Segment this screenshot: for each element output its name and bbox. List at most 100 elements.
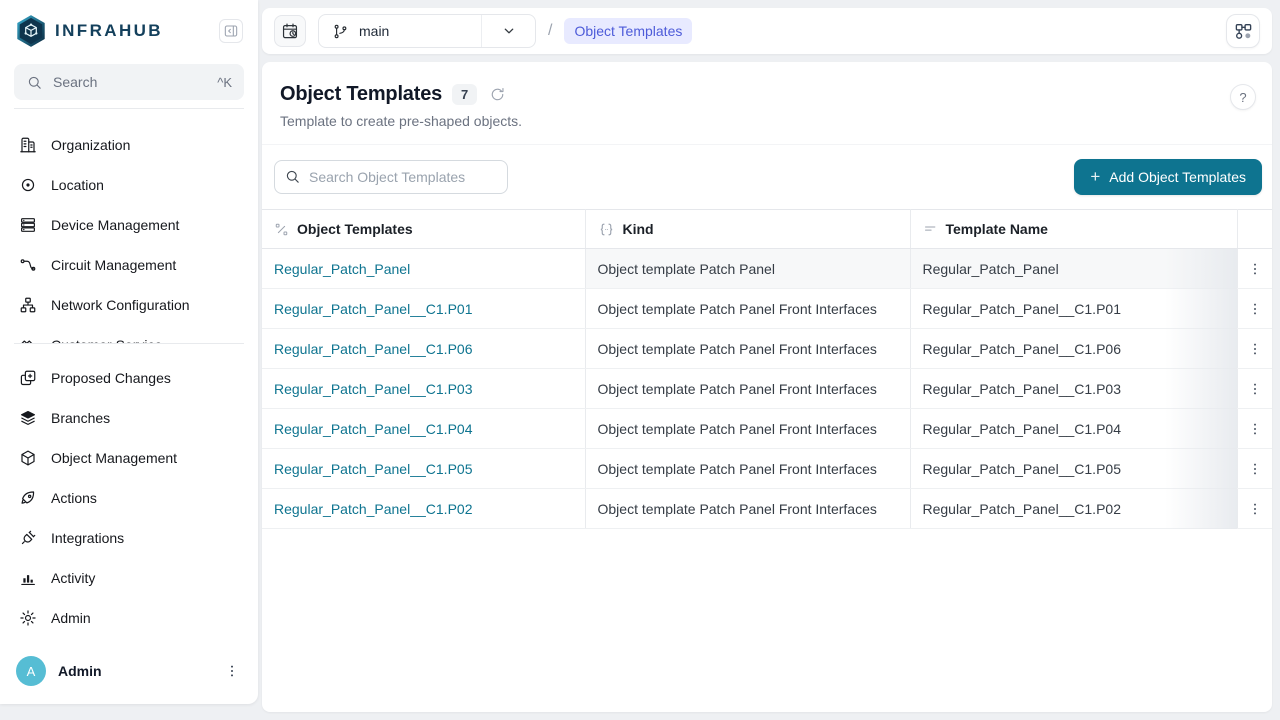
object-template-link[interactable]: Regular_Patch_Panel__C1.P04: [274, 421, 472, 437]
schema-button[interactable]: [1226, 14, 1260, 48]
sidebar-item-customer-service[interactable]: Customer Service: [10, 325, 248, 343]
refresh-icon: [489, 86, 506, 103]
building-icon: [18, 136, 38, 154]
calendar-clock-icon: [281, 22, 299, 40]
object-template-link[interactable]: Regular_Patch_Panel__C1.P05: [274, 461, 472, 477]
topbar: main / Object Templates: [262, 8, 1272, 54]
table-row[interactable]: Regular_Patch_Panel__C1.P05Object templa…: [262, 449, 1272, 489]
table-row[interactable]: Regular_Patch_Panel Object template Patch…: [262, 249, 1272, 289]
sidebar-header: INFRAHUB: [0, 0, 258, 62]
column-header-actions: [1237, 210, 1272, 249]
braces-icon: [598, 221, 615, 238]
table-row[interactable]: Regular_Patch_Panel__C1.P04Object templa…: [262, 409, 1272, 449]
time-travel-button[interactable]: [274, 15, 306, 47]
branch-selector[interactable]: main: [318, 14, 536, 48]
user-card[interactable]: A Admin: [0, 648, 258, 694]
kebab-icon: [224, 663, 240, 679]
sidebar-item-proposed-changes[interactable]: Proposed Changes: [10, 358, 248, 398]
sidebar-item-device-management[interactable]: Device Management: [10, 205, 248, 245]
cell-actions: [1237, 489, 1272, 529]
breadcrumb-object-templates[interactable]: Object Templates: [564, 18, 692, 44]
object-templates-table: Object Templates Kind: [262, 209, 1272, 529]
refresh-button[interactable]: [487, 84, 508, 105]
sidebar-item-label: Object Management: [51, 450, 177, 466]
sidebar: INFRAHUB Search ^K OrganizationLocationD…: [0, 0, 258, 704]
relationship-icon: [274, 222, 289, 237]
branch-selector-caret[interactable]: [481, 15, 535, 47]
sidebar-item-network-configuration[interactable]: Network Configuration: [10, 285, 248, 325]
sidebar-item-activity[interactable]: Activity: [10, 558, 248, 598]
network-icon: [18, 296, 38, 314]
sidebar-item-actions[interactable]: Actions: [10, 478, 248, 518]
help-button[interactable]: ?: [1230, 84, 1256, 110]
column-label: Kind: [623, 221, 654, 237]
panel-collapse-icon: [223, 23, 239, 39]
cell-actions: [1237, 289, 1272, 329]
breadcrumb-separator: /: [548, 22, 552, 40]
sidebar-item-circuit-management[interactable]: Circuit Management: [10, 245, 248, 285]
column-header-kind[interactable]: Kind: [585, 210, 910, 249]
column-header-template-name[interactable]: Template Name: [910, 210, 1237, 249]
sidebar-item-location[interactable]: Location: [10, 165, 248, 205]
kebab-icon: [1247, 461, 1263, 477]
search-shortcut: ^K: [217, 75, 232, 90]
object-template-link[interactable]: Regular_Patch_Panel__C1.P03: [274, 381, 472, 397]
column-header-object-templates[interactable]: Object Templates: [262, 210, 585, 249]
cell-kind: Object template Patch Panel Front Interf…: [585, 409, 910, 449]
sidebar-item-organization[interactable]: Organization: [10, 125, 248, 165]
align-left-icon: [923, 222, 938, 237]
row-menu-button[interactable]: [1243, 457, 1267, 481]
map-pin-icon: [18, 176, 38, 194]
table-row[interactable]: Regular_Patch_Panel__C1.P03 Object templa…: [262, 369, 1272, 409]
table-row[interactable]: Regular_Patch_Panel__C1.P02Object templa…: [262, 489, 1272, 529]
sidebar-item-label: Circuit Management: [51, 257, 176, 273]
layers-icon: [18, 409, 38, 427]
sidebar-item-label: Branches: [51, 410, 110, 426]
object-template-link[interactable]: Regular_Patch_Panel__C1.P06: [274, 341, 472, 357]
kebab-icon: [1247, 381, 1263, 397]
cell-object-template: Regular_Patch_Panel__C1.P06: [262, 329, 585, 369]
row-menu-button[interactable]: [1243, 377, 1267, 401]
gear-icon: [18, 609, 38, 627]
object-template-link[interactable]: Regular_Patch_Panel: [274, 261, 410, 277]
column-label: Template Name: [946, 221, 1048, 237]
brand-logo[interactable]: INFRAHUB: [16, 15, 163, 47]
user-name: Admin: [58, 663, 210, 679]
cell-kind: Object template Patch Panel: [585, 249, 910, 289]
add-object-templates-button[interactable]: + Add Object Templates: [1074, 159, 1262, 195]
cell-actions: [1237, 409, 1272, 449]
kebab-icon: [1247, 341, 1263, 357]
sidebar-collapse-button[interactable]: [219, 19, 243, 43]
plug-icon: [18, 529, 38, 547]
sidebar-item-label: Proposed Changes: [51, 370, 171, 386]
row-menu-button[interactable]: [1243, 257, 1267, 281]
table-row[interactable]: Regular_Patch_Panel__C1.P06Object templa…: [262, 329, 1272, 369]
page-subtitle: Template to create pre-shaped objects.: [280, 113, 1254, 129]
search-object-templates-input[interactable]: [274, 160, 508, 194]
row-menu-button[interactable]: [1243, 497, 1267, 521]
sidebar-item-integrations[interactable]: Integrations: [10, 518, 248, 558]
row-menu-button[interactable]: [1243, 417, 1267, 441]
table-row[interactable]: Regular_Patch_Panel__C1.P01Object templa…: [262, 289, 1272, 329]
sidebar-menu-system: Proposed Changes Branches Object Managemen…: [0, 344, 258, 638]
kebab-icon: [1247, 421, 1263, 437]
sidebar-item-object-management[interactable]: Object Management: [10, 438, 248, 478]
row-menu-button[interactable]: [1243, 297, 1267, 321]
sidebar-search[interactable]: Search ^K: [14, 64, 244, 100]
kebab-icon: [1247, 501, 1263, 517]
cell-object-template: Regular_Patch_Panel__C1.P04: [262, 409, 585, 449]
object-template-link[interactable]: Regular_Patch_Panel__C1.P01: [274, 301, 472, 317]
sidebar-item-admin[interactable]: Admin: [10, 598, 248, 638]
cell-template-name: Regular_Patch_Panel__C1.P04: [910, 409, 1237, 449]
sidebar-item-branches[interactable]: Branches: [10, 398, 248, 438]
row-menu-button[interactable]: [1243, 337, 1267, 361]
table-search: [274, 160, 508, 194]
user-menu-button[interactable]: [222, 661, 242, 681]
object-template-link[interactable]: Regular_Patch_Panel__C1.P02: [274, 501, 472, 517]
app-root: INFRAHUB Search ^K OrganizationLocationD…: [0, 0, 1280, 720]
schema-icon: [1234, 22, 1253, 41]
cell-kind: Object template Patch Panel Front Interf…: [585, 369, 910, 409]
route-icon: [18, 256, 38, 274]
page-header: Object Templates 7 Template to create pr…: [262, 62, 1272, 145]
kebab-icon: [1247, 261, 1263, 277]
